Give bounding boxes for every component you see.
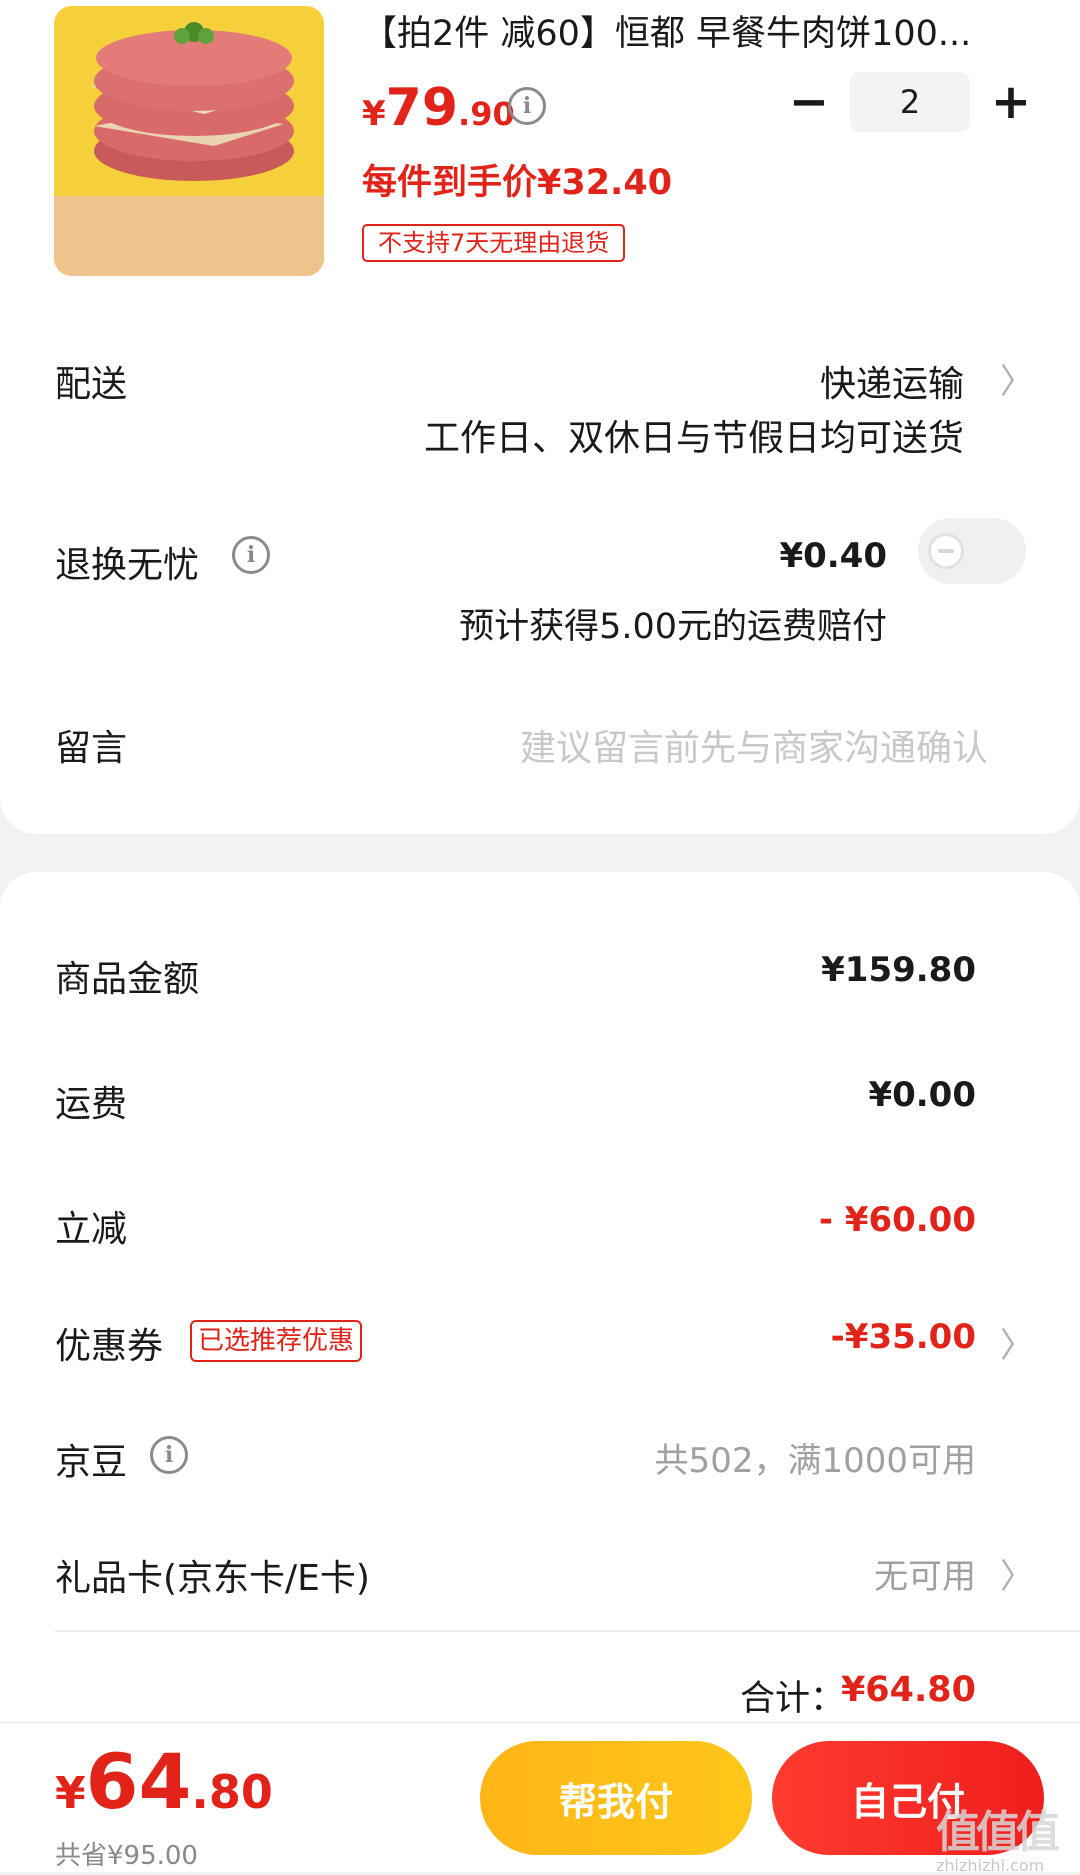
no-return-tag: 不支持7天无理由退货: [362, 224, 626, 262]
delivery-chevron-icon[interactable]: 〉: [1000, 354, 1034, 403]
total-label: 合计：: [740, 1679, 846, 1719]
jd-beans-value: 共502，满1000可用: [654, 1441, 976, 1481]
return-service-price: ¥0.40: [779, 536, 887, 576]
pay-total: ¥ 64 .80: [55, 1737, 273, 1826]
pay-decimal: .80: [191, 1765, 273, 1819]
remark-input[interactable]: 建议留言前先与商家沟通确认: [520, 719, 988, 771]
unit-price-text: 每件到手价¥32.40: [362, 163, 673, 203]
quantity-stepper: − 2 +: [782, 72, 1038, 132]
price-currency: ¥: [362, 94, 386, 134]
return-service-info-icon[interactable]: i: [232, 536, 270, 574]
price-decimal: .90: [458, 95, 515, 133]
jd-beans-info-icon[interactable]: i: [150, 1436, 188, 1474]
saved-amount: 共省¥95.00: [55, 1841, 198, 1871]
summary-divider: [55, 1630, 1080, 1632]
coupon-recommended-tag: 已选推荐优惠: [190, 1320, 363, 1362]
return-service-toggle[interactable]: [918, 518, 1026, 584]
site-watermark: 值值值 zhizhizhi.com: [936, 1796, 1060, 1875]
shipping-label: 运费: [55, 1084, 128, 1125]
increase-quantity-button[interactable]: +: [984, 74, 1038, 130]
coupon-value[interactable]: -¥35.00: [831, 1317, 976, 1357]
watermark-url: zhizhizhi.com: [936, 1856, 1045, 1875]
pay-integer: 64: [85, 1737, 192, 1826]
goods-amount-label: 商品金额: [55, 959, 200, 1000]
gift-card-label: 礼品卡(京东卡/E卡): [55, 1558, 370, 1599]
total-value: ¥64.80: [840, 1670, 976, 1710]
product-thumbnail[interactable]: [54, 6, 324, 276]
delivery-desc: 工作日、双休日与节假日均可送货: [423, 418, 964, 459]
jd-beans-label: 京豆: [55, 1442, 128, 1483]
checkout-bar: ¥ 64 .80 共省¥95.00 帮我付 自己付: [0, 1722, 1080, 1872]
toggle-knob: [928, 533, 964, 569]
return-service-label: 退换无忧: [55, 545, 200, 586]
remark-label: 留言: [55, 728, 128, 769]
quantity-value[interactable]: 2: [850, 72, 970, 132]
watermark-logo: 值值值: [936, 1807, 1060, 1858]
shipping-value: ¥0.00: [868, 1075, 976, 1115]
delivery-type[interactable]: 快递运输: [820, 355, 964, 407]
pay-currency: ¥: [55, 1768, 86, 1819]
delivery-label: 配送: [55, 364, 128, 405]
discount-label: 立减: [55, 1209, 128, 1250]
gift-card-value[interactable]: 无可用: [874, 1549, 976, 1598]
return-service-desc: 预计获得5.00元的运费赔付: [459, 607, 887, 647]
help-me-pay-button[interactable]: 帮我付: [480, 1741, 752, 1855]
product-title[interactable]: 【拍2件 减60】恒都 早餐牛肉饼100...: [362, 12, 1022, 56]
decrease-quantity-button[interactable]: −: [782, 74, 836, 130]
coupon-chevron-icon[interactable]: 〉: [1000, 1318, 1034, 1367]
discount-value: - ¥60.00: [818, 1200, 976, 1240]
order-item-card: 【拍2件 减60】恒都 早餐牛肉饼100... ¥ 79 .90 i − 2 +…: [0, 0, 1080, 834]
beef-patty-image: [54, 6, 324, 276]
gift-card-chevron-icon[interactable]: 〉: [1000, 1549, 1034, 1598]
coupon-label: 优惠券: [55, 1326, 164, 1367]
price-integer: 79: [385, 78, 459, 138]
price-info-icon[interactable]: i: [508, 87, 546, 125]
product-price: ¥ 79 .90: [362, 78, 515, 138]
goods-amount-value: ¥159.80: [821, 950, 976, 990]
